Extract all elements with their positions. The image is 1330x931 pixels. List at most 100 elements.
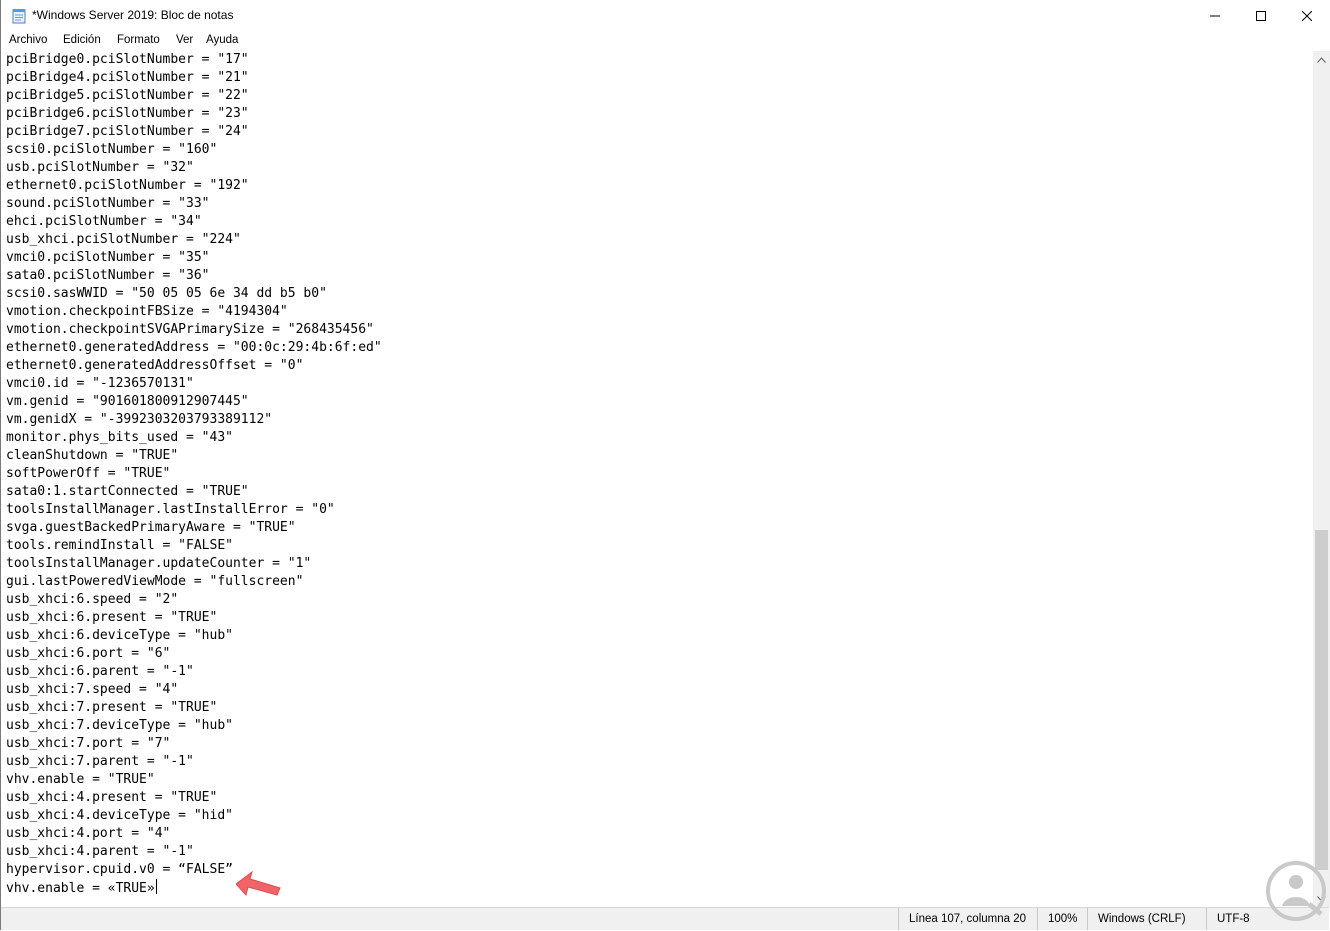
text-line[interactable]: usb_xhci:7.deviceType = "hub": [6, 717, 233, 735]
status-zoom: 100%: [1037, 908, 1087, 930]
text-line[interactable]: pciBridge0.pciSlotNumber = "17": [6, 51, 249, 69]
text-line[interactable]: vm.genidX = "-3992303203793389112": [6, 411, 272, 429]
line-text: vm.genidX = "-3992303203793389112": [6, 412, 273, 427]
line-text: vmotion.checkpointFBSize = "4194304": [6, 304, 288, 319]
text-line[interactable]: vmotion.checkpointFBSize = "4194304": [6, 303, 288, 321]
text-line[interactable]: hypervisor.cpuid.v0 = “FALSE”: [6, 861, 233, 879]
text-line[interactable]: usb.pciSlotNumber = "32": [6, 159, 194, 177]
text-line[interactable]: gui.lastPoweredViewMode = "fullscreen": [6, 573, 303, 591]
text-line[interactable]: usb_xhci:4.present = "TRUE": [6, 789, 217, 807]
scroll-up-button[interactable]: [1313, 51, 1330, 68]
text-line[interactable]: vhv.enable = "TRUE": [6, 771, 155, 789]
text-line[interactable]: vmci0.id = "-1236570131": [6, 375, 194, 393]
text-line[interactable]: pciBridge5.pciSlotNumber = "22": [6, 87, 249, 105]
close-icon: [1302, 10, 1312, 21]
line-text: usb_xhci:6.parent = "-1": [6, 664, 194, 679]
text-line[interactable]: usb_xhci:6.parent = "-1": [6, 663, 194, 681]
text-line[interactable]: toolsInstallManager.lastInstallError = "…: [6, 501, 335, 519]
text-line[interactable]: vm.genid = "901601800912907445": [6, 393, 249, 411]
maximize-button[interactable]: [1238, 0, 1284, 31]
line-text: vhv.enable = "TRUE": [6, 772, 155, 787]
line-text: usb_xhci:7.parent = "-1": [6, 754, 194, 769]
line-text: ethernet0.generatedAddressOffset = "0": [6, 358, 304, 373]
text-editor[interactable]: pciBridge0.pciSlotNumber = "17" pciBridge…: [1, 51, 1313, 907]
text-line[interactable]: cleanShutdown = "TRUE": [6, 447, 178, 465]
text-line[interactable]: svga.guestBackedPrimaryAware = "TRUE": [6, 519, 296, 537]
pointer-arrow-icon: [236, 870, 281, 897]
status-cursor-position: Línea 107, columna 20: [898, 908, 1038, 930]
solvetic-logo-icon: [1266, 861, 1326, 921]
close-button[interactable]: [1284, 0, 1330, 31]
text-line[interactable]: usb_xhci.pciSlotNumber = "224": [6, 231, 241, 249]
line-text: gui.lastPoweredViewMode = "fullscreen": [6, 574, 304, 589]
text-line[interactable]: pciBridge4.pciSlotNumber = "21": [6, 69, 249, 87]
menu-edicion[interactable]: Edición: [63, 34, 101, 46]
chevron-up-icon: [1317, 56, 1326, 63]
line-text: usb_xhci:4.deviceType = "hid": [6, 808, 233, 823]
line-text: vmotion.checkpointSVGAPrimarySize = "268…: [6, 322, 374, 337]
line-text: tools.remindInstall = "FALSE": [6, 538, 233, 553]
line-text: scsi0.pciSlotNumber = "160": [6, 142, 218, 157]
line-text: usb_xhci:4.parent = "-1": [6, 844, 194, 859]
text-line[interactable]: softPowerOff = "TRUE": [6, 465, 170, 483]
text-line[interactable]: ehci.pciSlotNumber = "34": [6, 213, 202, 231]
text-line[interactable]: usb_xhci:7.port = "7": [6, 735, 170, 753]
text-line[interactable]: vhv.enable = «TRUE»: [6, 879, 157, 897]
notepad-icon: [12, 9, 26, 24]
menu-ayuda[interactable]: Ayuda: [206, 34, 238, 46]
text-line[interactable]: scsi0.pciSlotNumber = "160": [6, 141, 217, 159]
text-line[interactable]: usb_xhci:6.deviceType = "hub": [6, 627, 233, 645]
line-text: usb_xhci:6.port = "6": [6, 646, 171, 661]
scrollbar-thumb[interactable]: [1315, 530, 1328, 870]
line-text: pciBridge0.pciSlotNumber = "17": [6, 52, 249, 67]
minimize-button[interactable]: [1192, 0, 1238, 31]
text-line[interactable]: usb_xhci:7.present = "TRUE": [6, 699, 217, 717]
text-caret: [155, 879, 157, 894]
menu-archivo[interactable]: Archivo: [9, 34, 47, 46]
text-line[interactable]: pciBridge6.pciSlotNumber = "23": [6, 105, 249, 123]
text-line[interactable]: usb_xhci:7.speed = "4": [6, 681, 178, 699]
line-text: usb_xhci.pciSlotNumber = "224": [6, 232, 241, 247]
line-text: vmci0.pciSlotNumber = "35": [6, 250, 210, 265]
text-line[interactable]: ethernet0.generatedAddress = "00:0c:29:4…: [6, 339, 382, 357]
line-text: vmci0.id = "-1236570131": [6, 376, 194, 391]
text-line[interactable]: vmci0.pciSlotNumber = "35": [6, 249, 210, 267]
text-line[interactable]: toolsInstallManager.updateCounter = "1": [6, 555, 311, 573]
title-bar[interactable]: *Windows Server 2019: Bloc de notas: [1, 0, 1329, 31]
text-line[interactable]: ethernet0.generatedAddressOffset = "0": [6, 357, 303, 375]
status-bar: Línea 107, columna 20 100% Windows (CRLF…: [1, 907, 1329, 930]
menu-formato[interactable]: Formato: [117, 34, 160, 46]
line-text: pciBridge5.pciSlotNumber = "22": [6, 88, 249, 103]
line-text: vm.genid = "901601800912907445": [6, 394, 249, 409]
text-line[interactable]: sound.pciSlotNumber = "33": [6, 195, 210, 213]
line-text: svga.guestBackedPrimaryAware = "TRUE": [6, 520, 296, 535]
notepad-window: *Windows Server 2019: Bloc de notas Arch…: [0, 0, 1330, 930]
text-line[interactable]: usb_xhci:6.present = "TRUE": [6, 609, 217, 627]
text-line[interactable]: usb_xhci:6.port = "6": [6, 645, 170, 663]
line-text: hypervisor.cpuid.v0 = “FALSE”: [6, 862, 233, 877]
text-line[interactable]: usb_xhci:4.deviceType = "hid": [6, 807, 233, 825]
text-line[interactable]: sata0.pciSlotNumber = "36": [6, 267, 210, 285]
text-line[interactable]: usb_xhci:4.port = "4": [6, 825, 170, 843]
text-line[interactable]: usb_xhci:6.speed = "2": [6, 591, 178, 609]
text-line[interactable]: ethernet0.pciSlotNumber = "192": [6, 177, 249, 195]
line-text: pciBridge7.pciSlotNumber = "24": [6, 124, 249, 139]
text-line[interactable]: usb_xhci:4.parent = "-1": [6, 843, 194, 861]
line-text: usb_xhci:7.port = "7": [6, 736, 171, 751]
line-text: sata0:1.startConnected = "TRUE": [6, 484, 249, 499]
vertical-scrollbar[interactable]: [1313, 51, 1330, 907]
text-line[interactable]: pciBridge7.pciSlotNumber = "24": [6, 123, 249, 141]
line-text: toolsInstallManager.lastInstallError = "…: [6, 502, 335, 517]
line-text: pciBridge4.pciSlotNumber = "21": [6, 70, 249, 85]
status-line-ending: Windows (CRLF): [1087, 908, 1207, 930]
text-line[interactable]: vmotion.checkpointSVGAPrimarySize = "268…: [6, 321, 374, 339]
text-line[interactable]: sata0:1.startConnected = "TRUE": [6, 483, 249, 501]
text-line[interactable]: tools.remindInstall = "FALSE": [6, 537, 233, 555]
text-line[interactable]: scsi0.sasWWID = "50 05 05 6e 34 dd b5 b0…: [6, 285, 327, 303]
menu-ver[interactable]: Ver: [176, 34, 193, 46]
text-line[interactable]: usb_xhci:7.parent = "-1": [6, 753, 194, 771]
text-line[interactable]: monitor.phys_bits_used = "43": [6, 429, 233, 447]
line-text: usb_xhci:6.deviceType = "hub": [6, 628, 233, 643]
line-text: toolsInstallManager.updateCounter = "1": [6, 556, 312, 571]
line-text: ethernet0.pciSlotNumber = "192": [6, 178, 249, 193]
